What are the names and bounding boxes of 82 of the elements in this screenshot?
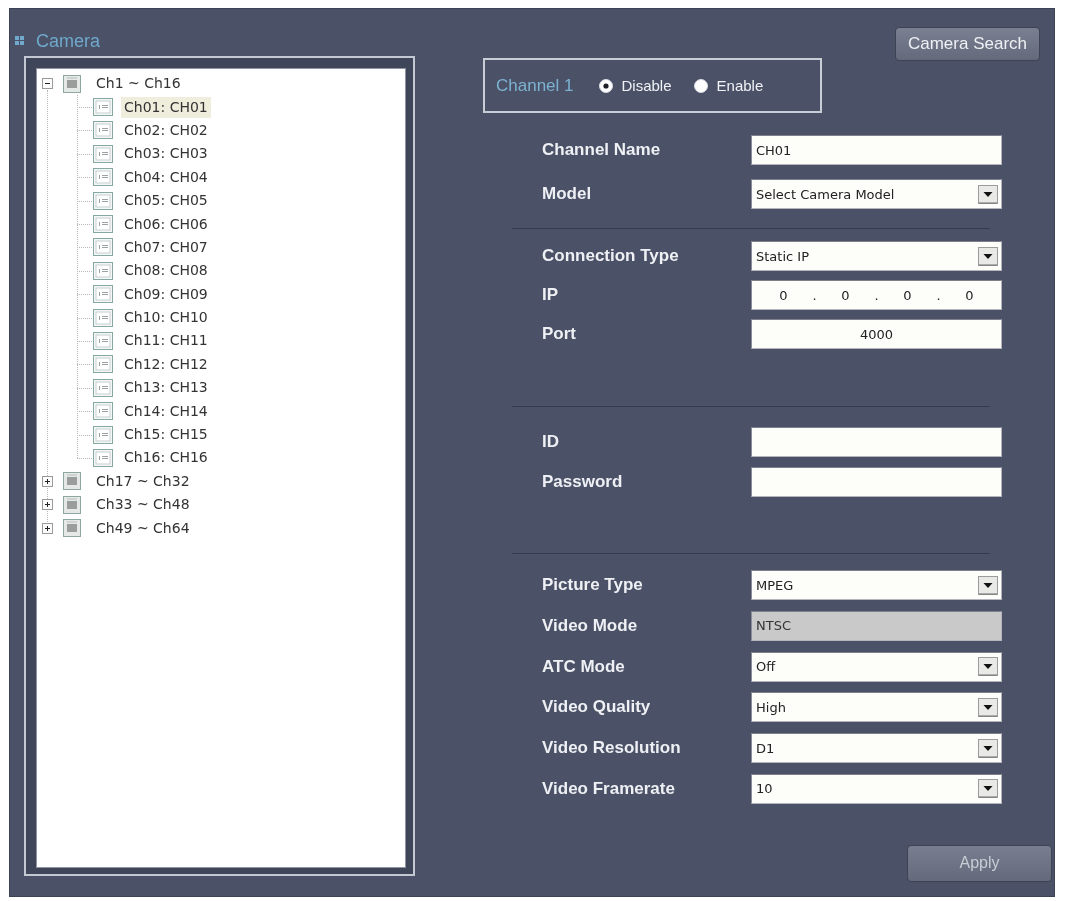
stack-icon [63, 74, 81, 93]
tree-item[interactable]: Ch04: CH04 [121, 166, 211, 188]
caret-icon [978, 697, 998, 717]
tree-item[interactable]: Ch03: CH03 [121, 143, 211, 165]
screen-icon [93, 378, 113, 397]
screen-icon [93, 332, 113, 350]
field-label: Channel Name [542, 140, 662, 160]
input-field[interactable] [751, 427, 1002, 457]
dropdown[interactable]: High [751, 692, 1002, 723]
expand-icon[interactable] [42, 475, 53, 487]
grid-icon [15, 36, 24, 45]
tree-item[interactable]: Ch06: CH06 [121, 213, 211, 235]
radio-option[interactable]: Enable [693, 77, 764, 94]
stack-icon [63, 495, 81, 514]
tree-item[interactable]: Ch1 ~ Ch16 [93, 73, 184, 95]
expand-icon[interactable] [42, 522, 53, 534]
input-field[interactable]: 4000 [751, 319, 1002, 349]
field-label: Video Quality [542, 697, 652, 718]
screen-icon [93, 121, 113, 140]
caret-icon [978, 657, 998, 677]
field-label: Password [542, 472, 624, 492]
screen-icon [93, 98, 113, 117]
screen-icon [93, 402, 113, 421]
panel-title: Camera [36, 29, 101, 52]
stack-icon [63, 472, 81, 491]
caret-icon [978, 575, 998, 595]
tree-item[interactable]: Ch15: CH15 [121, 424, 211, 446]
dropdown[interactable]: Select Camera Model [751, 179, 1002, 209]
tree-item[interactable]: Ch14: CH14 [121, 400, 211, 422]
field-label: IP [542, 285, 560, 305]
expand-icon[interactable] [42, 499, 53, 511]
screen-icon [93, 285, 113, 304]
tree-item[interactable]: Ch33 ~ Ch48 [93, 494, 193, 516]
tree-item[interactable]: Ch13: CH13 [121, 377, 211, 399]
screen-icon [93, 238, 113, 257]
screen-icon [93, 215, 113, 234]
stack-icon [63, 519, 81, 538]
screen-icon [93, 355, 113, 374]
screen-icon [93, 191, 113, 210]
screen-icon [93, 448, 113, 467]
field-label: Model [542, 184, 593, 204]
dropdown[interactable]: 10 [751, 774, 1002, 804]
ip-address-field[interactable]: 0 . 0 . 0 . 0 [751, 280, 1002, 310]
tree-item[interactable]: Ch02: CH02 [121, 119, 211, 141]
field-label: Connection Type [542, 246, 680, 266]
tree-item[interactable]: Ch07: CH07 [121, 236, 211, 258]
tree-item[interactable]: Ch12: CH12 [121, 353, 211, 375]
tree-item[interactable]: Ch08: CH08 [121, 260, 211, 282]
field-label: Video Resolution [542, 738, 682, 759]
dropdown[interactable]: Static IP [751, 241, 1002, 271]
dropdown[interactable]: Off [751, 651, 1002, 682]
input-field[interactable] [751, 467, 1002, 497]
field-label: ID [542, 432, 560, 452]
field-label: Picture Type [542, 575, 644, 595]
screen-icon [93, 168, 113, 187]
dropdown[interactable]: D1 [751, 733, 1002, 764]
screen-icon [93, 261, 113, 280]
channel-label: Channel 1 [496, 75, 574, 96]
tree-item[interactable]: Ch16: CH16 [121, 447, 211, 469]
dropdown[interactable]: MPEG [751, 570, 1002, 600]
tree-item[interactable]: Ch17 ~ Ch32 [93, 470, 193, 492]
tree-item[interactable]: Ch05: CH05 [121, 190, 211, 212]
field-label: Port [542, 324, 577, 344]
screen-icon [93, 308, 113, 327]
caret-icon [978, 779, 998, 799]
caret-icon [978, 184, 998, 204]
tree-item[interactable]: Ch11: CH11 [121, 330, 211, 352]
radio-option[interactable]: Disable [598, 77, 672, 94]
field-label: Video Framerate [542, 779, 676, 799]
input-field[interactable]: CH01 [751, 135, 1002, 165]
screen-icon [93, 144, 113, 163]
tree-item[interactable]: Ch09: CH09 [121, 283, 211, 305]
caret-icon [978, 246, 998, 266]
screen-icon [93, 425, 113, 444]
collapse-icon[interactable] [42, 78, 53, 90]
tree-item[interactable]: Ch01: CH01 [121, 96, 211, 118]
tree-item[interactable]: Ch10: CH10 [121, 307, 211, 329]
camera-search-button[interactable]: Camera Search [895, 27, 1040, 61]
caret-icon [978, 738, 998, 758]
tree-item[interactable]: Ch49 ~ Ch64 [93, 517, 193, 539]
field-label: Video Mode [542, 615, 639, 636]
field-label: ATC Mode [542, 656, 626, 677]
